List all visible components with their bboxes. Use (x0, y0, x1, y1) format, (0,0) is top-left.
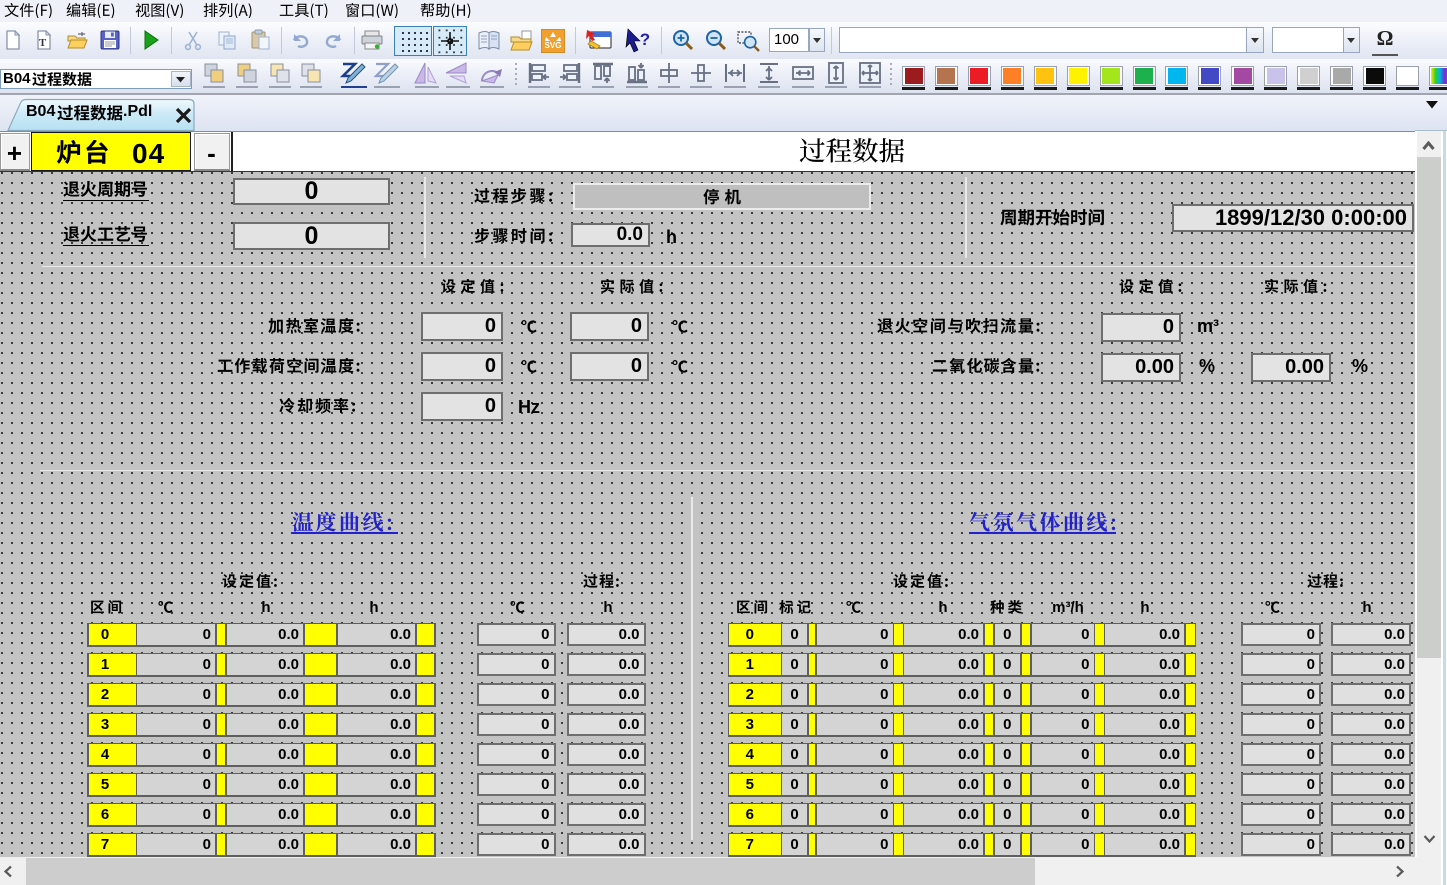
svg-text:SVG: SVG (545, 41, 562, 50)
svg-text:T: T (39, 37, 47, 49)
svg-text:?: ? (640, 30, 650, 49)
